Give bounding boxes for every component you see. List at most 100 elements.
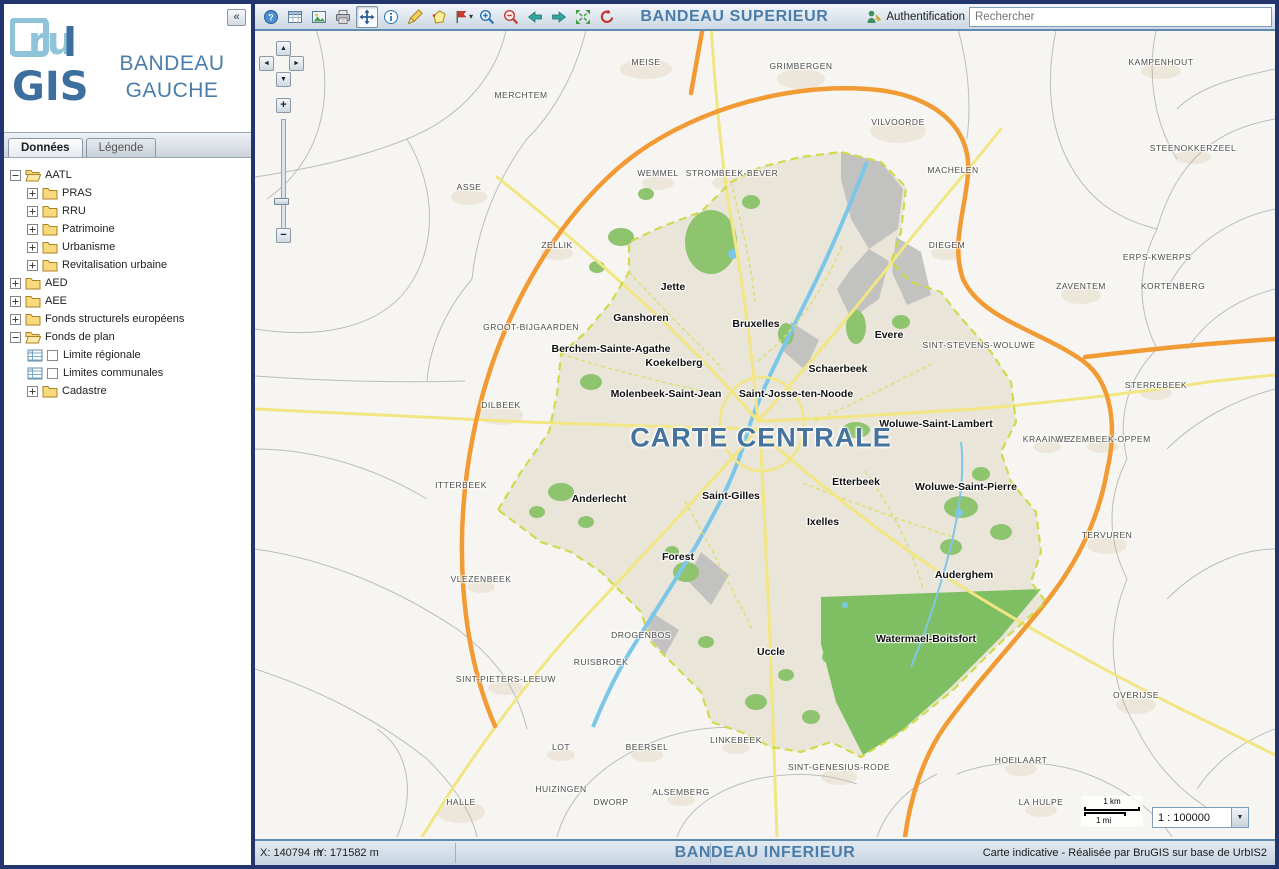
folder-icon bbox=[25, 295, 41, 308]
tree-item[interactable]: Limite régionale bbox=[4, 346, 251, 364]
scale-select[interactable]: 1 : 100000 ▼ bbox=[1152, 807, 1249, 828]
tree-item-label: Urbanisme bbox=[62, 241, 115, 253]
tree-item-label: Revitalisation urbaine bbox=[62, 259, 167, 271]
tree-item[interactable]: Cadastre bbox=[4, 382, 251, 400]
folder-icon bbox=[42, 241, 58, 254]
tree-item-label: Fonds structurels européens bbox=[45, 313, 184, 325]
expand-icon[interactable] bbox=[27, 242, 38, 253]
top-toolbar: ?▾ BANDEAU SUPERIEUR Authentification bbox=[255, 4, 1275, 31]
tree-item[interactable]: Urbanisme bbox=[4, 238, 251, 256]
sidebar: « ru GIS BANDEAU GAUCHE DonnéesLégende A… bbox=[4, 4, 251, 865]
measure-button[interactable] bbox=[404, 6, 426, 28]
x-coordinate: X: 140794 m bbox=[260, 847, 322, 859]
marker-button[interactable]: ▾ bbox=[452, 6, 474, 28]
y-coordinate: Y: 171582 m bbox=[317, 847, 379, 859]
tree-item-label: RRU bbox=[62, 205, 86, 217]
print-button[interactable] bbox=[332, 6, 354, 28]
expand-icon[interactable] bbox=[27, 386, 38, 397]
brugis-logo: ru GIS bbox=[10, 18, 94, 110]
help-button[interactable]: ? bbox=[260, 6, 282, 28]
tab-données[interactable]: Données bbox=[8, 138, 83, 157]
refresh-button[interactable] bbox=[596, 6, 618, 28]
brugis-app: { "colors":{"accent_blue":"#4a7da9","fra… bbox=[0, 0, 1279, 869]
layer-icon bbox=[27, 367, 43, 380]
folder-open-icon bbox=[25, 169, 41, 182]
select-polygon-button[interactable] bbox=[428, 6, 450, 28]
folder-icon bbox=[42, 385, 58, 398]
authentification-icon[interactable] bbox=[866, 9, 882, 25]
tree-item[interactable]: Revitalisation urbaine bbox=[4, 256, 251, 274]
identify-button[interactable] bbox=[380, 6, 402, 28]
svg-text:?: ? bbox=[268, 12, 274, 22]
bottom-statusbar: X: 140794 m Y: 171582 m BANDEAU INFERIEU… bbox=[255, 839, 1275, 865]
tree-item[interactable]: AEE bbox=[4, 292, 251, 310]
pan-down-button[interactable]: ▼ bbox=[276, 72, 291, 87]
tree-item[interactable]: AED bbox=[4, 274, 251, 292]
expand-icon[interactable] bbox=[10, 296, 21, 307]
full-extent-button[interactable] bbox=[572, 6, 594, 28]
expand-icon[interactable] bbox=[27, 188, 38, 199]
folder-icon bbox=[25, 313, 41, 326]
tab-légende[interactable]: Légende bbox=[86, 138, 157, 157]
svg-text:GIS: GIS bbox=[12, 64, 89, 110]
tree-item-label: PRAS bbox=[62, 187, 92, 199]
expand-icon[interactable] bbox=[10, 278, 21, 289]
expand-icon[interactable] bbox=[27, 206, 38, 217]
export-image-button[interactable] bbox=[308, 6, 330, 28]
map-canvas[interactable]: MEISEGRIMBERGENKAMPENHOUTMERCHTEMVILVOOR… bbox=[255, 31, 1275, 839]
layer-checkbox[interactable] bbox=[47, 350, 58, 361]
zoom-in-button[interactable]: + bbox=[276, 98, 291, 113]
statusbar-title: BANDEAU INFERIEUR bbox=[675, 844, 856, 862]
zoom-in-button[interactable] bbox=[476, 6, 498, 28]
tree-item-label: Patrimoine bbox=[62, 223, 115, 235]
expand-icon[interactable] bbox=[10, 314, 21, 325]
zoom-out-button[interactable] bbox=[500, 6, 522, 28]
folder-icon bbox=[42, 223, 58, 236]
sidebar-tabs: DonnéesLégende bbox=[4, 132, 251, 158]
statusbar-separator bbox=[455, 843, 456, 863]
tree-item[interactable]: Limites communales bbox=[4, 364, 251, 382]
tree-item-label: Limite régionale bbox=[63, 349, 141, 361]
chevron-down-icon[interactable]: ▼ bbox=[1231, 808, 1248, 827]
sidebar-collapse-button[interactable]: « bbox=[227, 9, 246, 26]
tree-item[interactable]: Fonds structurels européens bbox=[4, 310, 251, 328]
expand-icon[interactable] bbox=[27, 224, 38, 235]
main-panel: ?▾ BANDEAU SUPERIEUR Authentification bbox=[255, 4, 1275, 865]
tree-item-label: Cadastre bbox=[62, 385, 107, 397]
dropdown-arrow-icon[interactable]: ▾ bbox=[469, 12, 473, 21]
collapse-icon[interactable] bbox=[10, 332, 21, 343]
sidebar-header: « ru GIS BANDEAU GAUCHE bbox=[4, 4, 251, 132]
collapse-icon[interactable] bbox=[10, 170, 21, 181]
export-table-button[interactable] bbox=[284, 6, 306, 28]
layer-checkbox[interactable] bbox=[47, 368, 58, 379]
tree-item-label: Fonds de plan bbox=[45, 331, 115, 343]
search-input[interactable] bbox=[969, 7, 1272, 27]
next-extent-button[interactable] bbox=[548, 6, 570, 28]
expand-icon[interactable] bbox=[27, 260, 38, 271]
authentification-link[interactable]: Authentification bbox=[866, 9, 965, 25]
tree-item[interactable]: PRAS bbox=[4, 184, 251, 202]
pan-left-button[interactable]: ◄ bbox=[259, 56, 274, 71]
folder-icon bbox=[42, 205, 58, 218]
zoom-out-button[interactable]: − bbox=[276, 228, 291, 243]
tree-item-label: AATL bbox=[45, 169, 72, 181]
pan-button[interactable] bbox=[356, 6, 378, 28]
toolbar-title: BANDEAU SUPERIEUR bbox=[640, 8, 828, 26]
tree-item[interactable]: Patrimoine bbox=[4, 220, 251, 238]
folder-icon bbox=[42, 259, 58, 272]
tree-item[interactable]: Fonds de plan bbox=[4, 328, 251, 346]
tree-item[interactable]: AATL bbox=[4, 166, 251, 184]
pan-right-button[interactable]: ► bbox=[289, 56, 304, 71]
folder-icon bbox=[25, 277, 41, 290]
pan-up-button[interactable]: ▲ bbox=[276, 41, 291, 56]
tree-item[interactable]: RRU bbox=[4, 202, 251, 220]
tree-item-label: AEE bbox=[45, 295, 67, 307]
previous-extent-button[interactable] bbox=[524, 6, 546, 28]
scale-bar-km-line bbox=[1084, 807, 1140, 811]
authentification-label[interactable]: Authentification bbox=[886, 11, 965, 23]
zoom-slider-handle[interactable] bbox=[274, 198, 289, 205]
scale-bar-km-label: 1 km bbox=[1084, 797, 1140, 806]
map-center-title: CARTE CENTRALE bbox=[630, 423, 892, 454]
toolbar-buttons: ?▾ bbox=[259, 6, 619, 28]
zoom-slider-track[interactable] bbox=[281, 119, 286, 231]
